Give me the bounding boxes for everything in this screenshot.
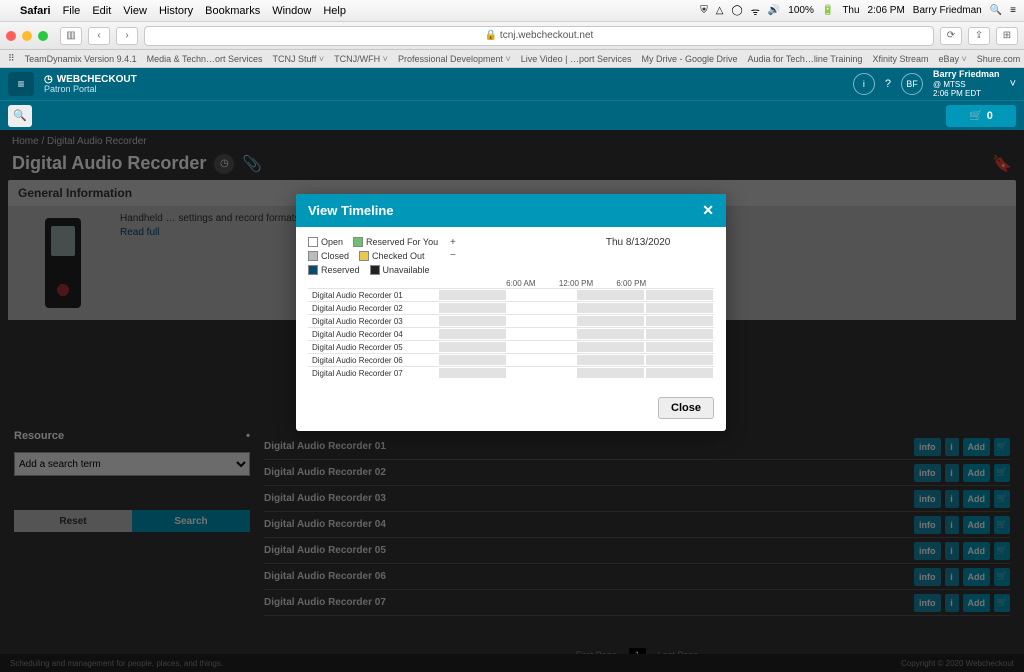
window-controls[interactable] [6,31,48,41]
cart-icon: 🛒 [969,109,983,122]
bookmark-item[interactable]: TCNJ/WFH [334,54,388,64]
timeline-axis: 6:00 AM12:00 PM6:00 PM [438,279,714,288]
close-button[interactable]: Close [658,397,714,419]
user-block[interactable]: Barry Friedman @ MTSS 2:06 PM EDT [933,69,1000,99]
bookmark-item[interactable]: Media & Techn…ort Services [147,54,263,64]
timeline-row-label: Digital Audio Recorder 05 [308,343,438,352]
timeline-row-label: Digital Audio Recorder 01 [308,291,438,300]
url-bar[interactable]: 🔒 tcnj.webcheckout.net [144,26,934,46]
clock-time: 2:06 PM [868,5,905,16]
forward-button[interactable]: › [116,27,138,45]
app-name[interactable]: Safari [20,5,51,17]
menubar-user[interactable]: Barry Friedman [913,5,982,16]
chevron-down-icon[interactable]: ˅ [1010,78,1016,90]
timeline-row: Digital Audio Recorder 02 [308,301,714,314]
clock-day: Thu [842,5,859,16]
timeline-date: Thu 8/13/2020 [606,237,671,275]
spotlight-icon[interactable]: 🔍 [990,5,1002,16]
menu-help[interactable]: Help [323,5,346,17]
share-icon[interactable]: ⇪ [968,27,990,45]
timeline-row: Digital Audio Recorder 03 [308,314,714,327]
timeline-row: Digital Audio Recorder 01 [308,288,714,301]
help-info-icon[interactable]: i [853,73,875,95]
legend: Open Reserved For You Closed Checked Out… [308,237,448,275]
user-avatar[interactable]: BF [901,73,923,95]
bookmark-item[interactable]: TeamDynamix Version 9.4.1 [25,54,137,64]
modal-title: View Timeline [308,203,394,218]
timeline-modal: View Timeline ✕ Open Reserved For You Cl… [296,194,726,431]
app-header: ≡ ◷WEBCHECKOUT Patron Portal i ? BF Barr… [0,68,1024,100]
battery-icon: 🔋 [822,5,834,16]
macos-menubar: Safari File Edit View History Bookmarks … [0,0,1024,22]
zoom-in-icon[interactable]: + [450,237,456,248]
battery-level: 100% [788,5,814,16]
safari-toolbar: ▥ ‹ › 🔒 tcnj.webcheckout.net ⟳ ⇪ ⊞ [0,22,1024,50]
search-row: 🔍 🛒0 [0,100,1024,130]
shield-icon: ⛨ [700,5,708,16]
bookmark-grid-icon[interactable]: ⠿ [8,53,15,64]
page-body: Home / Digital Audio Recorder Digital Au… [0,130,1024,672]
menu-file[interactable]: File [63,5,81,17]
timeline-row-label: Digital Audio Recorder 04 [308,330,438,339]
bookmark-item[interactable]: Shure.com [977,54,1021,64]
volume-icon: 🔊 [768,5,780,16]
timeline-row: Digital Audio Recorder 05 [308,340,714,353]
search-icon[interactable]: 🔍 [8,105,32,127]
brand[interactable]: ◷WEBCHECKOUT Patron Portal [44,75,137,94]
tabs-icon[interactable]: ⊞ [996,27,1018,45]
timeline-row-label: Digital Audio Recorder 07 [308,369,438,378]
bookmark-item[interactable]: Professional Development [398,54,511,64]
bookmark-item[interactable]: Xfinity Stream [872,54,928,64]
back-button[interactable]: ‹ [88,27,110,45]
reader-icon[interactable]: ⟳ [940,27,962,45]
circle-icon: ◯ [731,5,742,16]
hamburger-icon[interactable]: ≡ [8,72,34,96]
close-icon[interactable]: ✕ [702,202,714,219]
menu-view[interactable]: View [123,5,147,17]
timeline-row-label: Digital Audio Recorder 06 [308,356,438,365]
sidebar-toggle-icon[interactable]: ▥ [60,27,82,45]
bookmarks-bar: ⠿ TeamDynamix Version 9.4.1 Media & Tech… [0,50,1024,68]
timeline-row-label: Digital Audio Recorder 03 [308,317,438,326]
bookmark-item[interactable]: My Drive - Google Drive [642,54,738,64]
bookmark-item[interactable]: Audia for Tech…line Training [748,54,863,64]
bookmark-item[interactable]: TCNJ Stuff [273,54,325,64]
menu-edit[interactable]: Edit [92,5,111,17]
bookmark-item[interactable]: Live Video | …port Services [521,54,632,64]
timeline-row-label: Digital Audio Recorder 02 [308,304,438,313]
cart-button[interactable]: 🛒0 [946,105,1016,127]
lock-icon: 🔒 [485,30,497,41]
triangle-icon: △ [716,5,724,16]
notif-icon[interactable]: ≡ [1010,5,1016,16]
timeline-row: Digital Audio Recorder 06 [308,353,714,366]
menu-bookmarks[interactable]: Bookmarks [205,5,260,17]
logo-icon: ◷ [44,75,53,85]
help-question-icon[interactable]: ? [885,78,891,90]
menu-history[interactable]: History [159,5,193,17]
timeline-row: Digital Audio Recorder 04 [308,327,714,340]
bookmark-item[interactable]: eBay [938,54,966,64]
timeline-row: Digital Audio Recorder 07 [308,366,714,379]
menu-window[interactable]: Window [272,5,311,17]
zoom-out-icon[interactable]: − [450,250,456,261]
wifi-icon: ᯤ [751,4,760,18]
